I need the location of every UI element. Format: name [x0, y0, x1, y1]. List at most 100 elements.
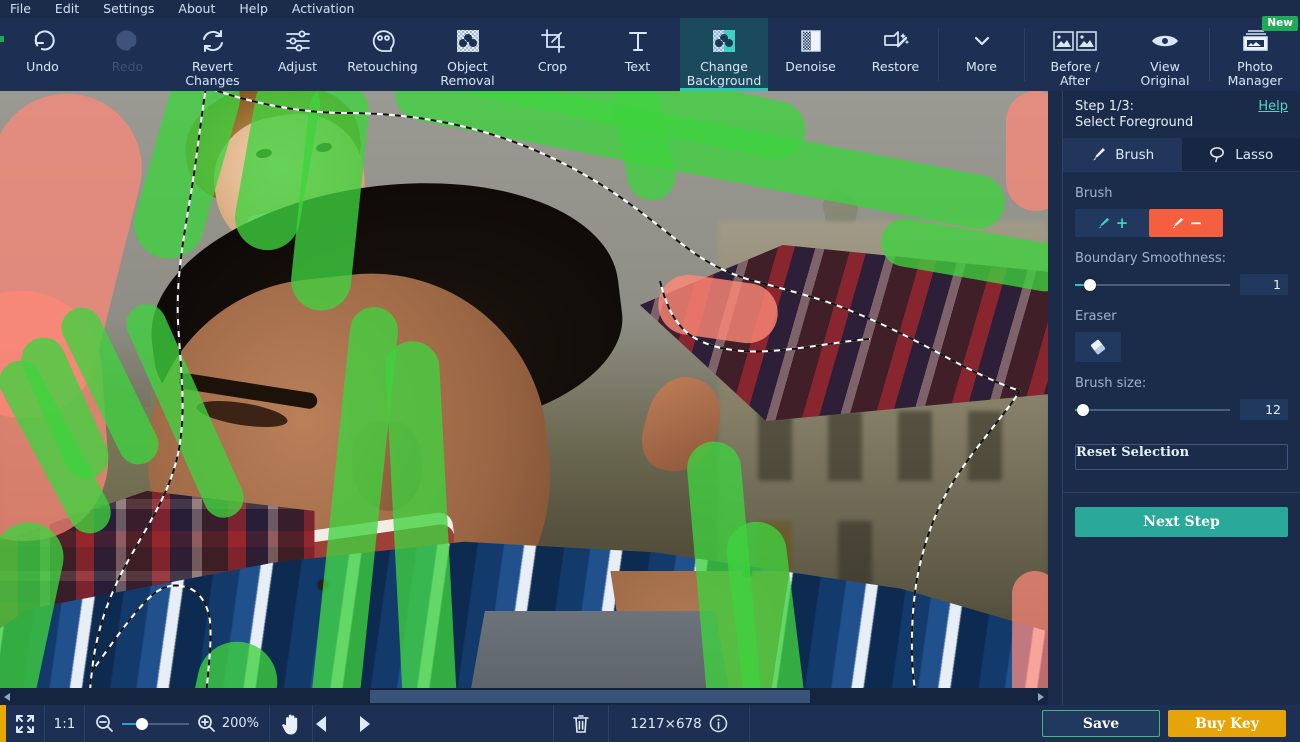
image-dimensions: 1217×678: [630, 715, 702, 732]
menu-settings[interactable]: Settings: [103, 0, 154, 18]
boundary-smoothness-row: 1: [1075, 274, 1288, 295]
toolbar-before-after-button[interactable]: Before / After: [1029, 18, 1121, 91]
brush-remove-button[interactable]: −: [1149, 209, 1223, 237]
tab-brush-label: Brush: [1115, 146, 1155, 163]
horizontal-scroll-thumb[interactable]: [370, 690, 810, 703]
tool-options-panel: Step 1/3: Select Foreground Help Brush L…: [1062, 91, 1300, 705]
brush-size-knob[interactable]: [1076, 403, 1089, 416]
before-after-icon: [1053, 26, 1097, 56]
restore-wand-icon: [881, 26, 911, 56]
step-title: Step 1/3:: [1075, 99, 1135, 114]
toolbar-adjust-label: Adjust: [277, 59, 318, 74]
toolbar-more-button[interactable]: More: [939, 18, 1024, 91]
image-info: 1217×678: [609, 705, 749, 742]
help-link[interactable]: Help: [1258, 99, 1288, 131]
toolbar-redo-button[interactable]: Redo: [85, 18, 170, 91]
actual-size-label: 1:1: [53, 715, 76, 732]
info-icon: [709, 714, 727, 733]
menu-activation[interactable]: Activation: [292, 0, 355, 18]
toolbar-denoise-label: Denoise: [785, 59, 836, 74]
image-navigation: [313, 705, 553, 742]
image-canvas[interactable]: [0, 91, 1048, 688]
fit-to-screen-icon: [16, 714, 34, 733]
menu-about[interactable]: About: [178, 0, 215, 18]
zoom-slider[interactable]: [122, 717, 189, 731]
toolbar-crop-label: Crop: [537, 59, 568, 74]
zoom-out-icon[interactable]: [95, 714, 114, 733]
info-button[interactable]: [709, 714, 728, 733]
hand-tool-icon: [282, 714, 298, 734]
crop-icon: [539, 26, 567, 56]
brush-add-label: +: [1115, 214, 1129, 232]
toolbar-text-button[interactable]: Text: [595, 18, 680, 91]
actual-size-button[interactable]: 1:1: [45, 705, 85, 742]
toolbar-object-removal-label: Object Removal: [440, 59, 495, 88]
toolbar-change-background-button[interactable]: Change Background: [680, 18, 768, 91]
brush-add-icon: [1098, 217, 1109, 229]
panel-header: Step 1/3: Select Foreground Help: [1063, 91, 1300, 131]
reset-selection-button[interactable]: Reset Selection: [1075, 444, 1288, 470]
zoom-slider-knob[interactable]: [136, 717, 148, 730]
toolbar-restore-button[interactable]: Restore: [853, 18, 938, 91]
revert-icon: [199, 26, 227, 56]
next-step-button[interactable]: Next Step: [1075, 507, 1288, 537]
toolbar-photo-manager-button[interactable]: New Photo Manager: [1210, 16, 1300, 91]
panel-tabs: Brush Lasso: [1063, 138, 1300, 172]
hand-tool-button[interactable]: [270, 705, 313, 742]
boundary-smoothness-value[interactable]: 1: [1240, 274, 1288, 295]
toolbar-left-group: Undo Redo Revert Changes Adjust Retouchi…: [0, 18, 1024, 91]
toolbar-redo-label: Redo: [111, 59, 144, 74]
toolbar-text-label: Text: [624, 59, 651, 74]
eye-icon: [1149, 26, 1181, 56]
brush-add-button[interactable]: +: [1075, 209, 1149, 237]
brush-remove-label: −: [1189, 214, 1203, 232]
status-bar: 1:1 200% 1217×678 Save Buy Key: [0, 705, 1300, 742]
tab-lasso-label: Lasso: [1235, 146, 1274, 163]
mask-stroke-red-5: [1012, 571, 1048, 688]
previous-image-icon: [316, 715, 326, 732]
buy-key-button[interactable]: Buy Key: [1168, 710, 1286, 737]
brush-size-slider[interactable]: [1075, 402, 1230, 418]
toolbar-retouching-label: Retouching: [347, 59, 418, 74]
mask-stroke-red-4: [1006, 91, 1048, 211]
change-background-icon: [710, 26, 738, 56]
boundary-smoothness-slider[interactable]: [1075, 277, 1230, 293]
zoom-in-icon[interactable]: [197, 714, 216, 733]
edited-photo: [0, 91, 1048, 688]
delete-image-button[interactable]: [553, 705, 609, 742]
denoise-icon: [797, 26, 825, 56]
fit-to-screen-button[interactable]: [6, 705, 45, 742]
brush-size-value[interactable]: 12: [1240, 399, 1288, 420]
menu-help[interactable]: Help: [239, 0, 268, 18]
toolbar-view-original-button[interactable]: View Original: [1121, 18, 1209, 91]
trash-icon: [573, 714, 589, 733]
scroll-left-arrow[interactable]: [0, 688, 14, 705]
toolbar-crop-button[interactable]: Crop: [510, 18, 595, 91]
toolbar-retouching-button[interactable]: Retouching: [340, 18, 425, 91]
toolbar-denoise-button[interactable]: Denoise: [768, 18, 853, 91]
menu-file[interactable]: File: [10, 0, 31, 18]
toolbar-adjust-button[interactable]: Adjust: [255, 18, 340, 91]
toolbar-undo-label: Undo: [26, 59, 59, 74]
panel-divider: [1063, 492, 1300, 493]
text-t-icon: [624, 26, 652, 56]
save-button[interactable]: Save: [1042, 710, 1160, 737]
canvas-horizontal-scrollbar[interactable]: [0, 688, 1048, 705]
undo-icon: [29, 26, 57, 56]
scroll-right-arrow[interactable]: [1034, 688, 1048, 705]
next-image-button[interactable]: [357, 715, 373, 733]
toolbar-object-removal-button[interactable]: Object Removal: [425, 18, 510, 91]
menu-edit[interactable]: Edit: [55, 0, 79, 18]
main-toolbar: Undo Redo Revert Changes Adjust Retouchi…: [0, 16, 1300, 91]
toolbar-undo-button[interactable]: Undo: [0, 18, 85, 91]
previous-image-button[interactable]: [313, 715, 329, 733]
app-window: File Edit Settings About Help Activation…: [0, 0, 1300, 742]
tab-brush[interactable]: Brush: [1063, 138, 1182, 171]
toolbar-revert-changes-button[interactable]: Revert Changes: [170, 18, 255, 91]
tab-lasso[interactable]: Lasso: [1181, 138, 1300, 171]
brush-size-label: Brush size:: [1075, 376, 1147, 391]
boundary-slider-knob[interactable]: [1084, 278, 1097, 291]
chevron-down-icon: [969, 26, 995, 56]
eraser-button[interactable]: [1075, 332, 1121, 362]
brush-size-row: 12: [1075, 399, 1288, 420]
